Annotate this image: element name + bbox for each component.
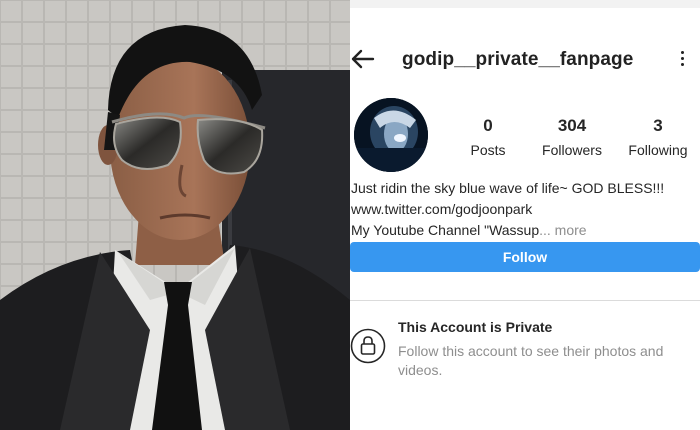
follow-button[interactable]: Follow — [350, 242, 700, 272]
more-vertical-icon[interactable] — [676, 51, 688, 71]
following-count: 3 — [653, 116, 663, 135]
followers-label: Followers — [542, 142, 602, 158]
private-account-text: Follow this account to see their photos … — [398, 343, 664, 378]
divider — [350, 300, 700, 301]
following-label: Following — [628, 142, 688, 158]
lock-icon — [350, 328, 386, 364]
avatar[interactable] — [354, 98, 428, 172]
bio-line: Just ridin the sky blue wave of life~ GO… — [351, 180, 665, 196]
following-stat[interactable]: 3 Following — [624, 116, 692, 158]
bio-more-link[interactable]: more — [551, 222, 587, 238]
posts-count: 0 — [483, 116, 493, 135]
posts-label: Posts — [470, 142, 506, 158]
bio-link[interactable]: www.twitter.com/godjoonpark — [351, 199, 700, 220]
profile-bio: Just ridin the sky blue wave of life~ GO… — [351, 178, 700, 241]
selfie-photo — [0, 0, 350, 430]
status-bar-strip — [350, 0, 700, 8]
posts-stat[interactable]: 0 Posts — [463, 116, 513, 158]
followers-stat[interactable]: 304 Followers — [536, 116, 608, 158]
profile-header: godip__private__fanpage — [350, 38, 700, 82]
arrow-left-icon[interactable] — [350, 46, 376, 72]
bio-line: My Youtube Channel "Wassup — [351, 222, 540, 238]
instagram-profile-panel: godip__private__fanpage 0 Posts 304 Foll… — [350, 0, 700, 430]
profile-username: godip__private__fanpage — [402, 49, 634, 70]
bio-line-truncated: My Youtube Channel "Wassup... more — [351, 220, 700, 241]
private-account-title: This Account is Private — [398, 319, 553, 335]
followers-count: 304 — [557, 116, 587, 135]
bio-ellipsis: ... — [539, 222, 551, 238]
